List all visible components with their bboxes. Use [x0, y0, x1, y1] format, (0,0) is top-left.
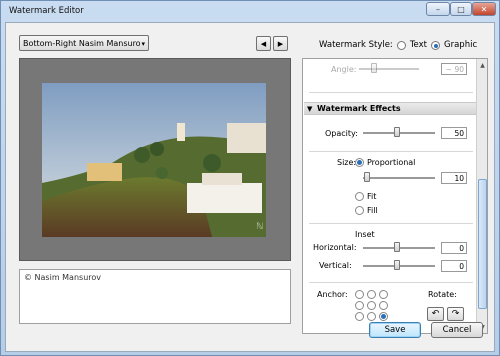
next-button[interactable]: ▶: [273, 36, 288, 51]
title-bar[interactable]: Watermark Editor – □ ✕: [1, 1, 499, 21]
proportional-radio[interactable]: [355, 158, 364, 167]
size-label: Size:: [337, 158, 357, 167]
anchor-radio[interactable]: [367, 312, 376, 321]
cancel-button[interactable]: Cancel: [431, 322, 483, 338]
dialog-body: Bottom-Right Nasim Mansuro ▾ ◀ ▶ ℕ © Nas…: [5, 22, 495, 352]
landscape-image: ℕ: [42, 83, 266, 237]
size-slider-track[interactable]: [363, 177, 435, 179]
watermark-style-label: Watermark Style:: [319, 40, 393, 50]
anchor-radio[interactable]: [367, 301, 376, 310]
watermark-effects-header[interactable]: ▼ Watermark Effects: [304, 102, 477, 115]
rotate-right-button[interactable]: ↷: [447, 307, 464, 321]
anchor-label: Anchor:: [317, 290, 348, 299]
preset-value: Bottom-Right Nasim Mansuro: [23, 38, 141, 48]
text-radio[interactable]: [396, 40, 406, 50]
anchor-radio[interactable]: [379, 301, 388, 310]
settings-panel: Angle: ~ 90 ▼ Watermark Effects Opacity:…: [302, 58, 488, 334]
watermark-editor-window: Watermark Editor – □ ✕ Bottom-Right Nasi…: [0, 0, 500, 356]
close-button[interactable]: ✕: [472, 2, 496, 16]
horizontal-slider-thumb[interactable]: [394, 242, 400, 252]
panel-scrollbar[interactable]: ▲ ▼: [476, 59, 487, 333]
prev-button[interactable]: ◀: [256, 36, 271, 51]
opacity-slider-thumb[interactable]: [394, 127, 400, 137]
copyright-text: © Nasim Mansurov: [24, 273, 102, 282]
opacity-field[interactable]: 50: [441, 127, 467, 139]
watermark-effects-title: Watermark Effects: [317, 104, 401, 113]
divider: [309, 282, 473, 283]
anchor-radio[interactable]: [367, 290, 376, 299]
watermark-style-group: Watermark Style: Text Graphic: [319, 40, 477, 50]
angle-label: Angle:: [331, 65, 357, 74]
angle-slider-track[interactable]: [359, 68, 419, 70]
window-title: Watermark Editor: [9, 6, 84, 16]
vertical-label: Vertical:: [319, 261, 352, 270]
minimize-button[interactable]: –: [426, 2, 450, 16]
preview-photo: ℕ: [42, 83, 266, 237]
proportional-label[interactable]: Proportional: [367, 158, 415, 167]
size-slider-thumb[interactable]: [364, 172, 370, 182]
save-button[interactable]: Save: [369, 322, 421, 338]
rotate-right-icon: ↷: [451, 309, 460, 319]
rotate-left-button[interactable]: ↶: [427, 307, 444, 321]
divider: [309, 92, 473, 93]
anchor-radio[interactable]: [379, 290, 388, 299]
preset-dropdown[interactable]: Bottom-Right Nasim Mansuro ▾: [19, 35, 149, 51]
collapse-triangle-icon: ▼: [307, 105, 313, 113]
anchor-radio[interactable]: [355, 290, 364, 299]
opacity-label: Opacity:: [325, 129, 358, 138]
anchor-radio[interactable]: [379, 312, 388, 321]
vertical-field[interactable]: 0: [441, 260, 467, 272]
fit-radio[interactable]: [355, 192, 364, 201]
maximize-button[interactable]: □: [450, 2, 472, 16]
graphic-radio[interactable]: [431, 40, 441, 50]
horizontal-label: Horizontal:: [313, 243, 357, 252]
text-radio-label[interactable]: Text: [410, 40, 427, 50]
anchor-radio[interactable]: [355, 312, 364, 321]
arrow-left-icon: ◀: [260, 39, 267, 48]
scrollbar-thumb[interactable]: [478, 179, 487, 309]
arrow-right-icon: ▶: [277, 39, 284, 48]
inset-label: Inset: [355, 230, 375, 239]
preview-area: ℕ: [19, 58, 291, 261]
vertical-slider-thumb[interactable]: [394, 260, 400, 270]
rotate-label: Rotate:: [428, 290, 457, 299]
rotate-left-icon: ↶: [431, 309, 440, 319]
anchor-radio[interactable]: [355, 301, 364, 310]
size-field[interactable]: 10: [441, 172, 467, 184]
graphic-radio-label[interactable]: Graphic: [444, 40, 477, 50]
chevron-down-icon: ▾: [141, 40, 145, 48]
watermark-mark: ℕ: [256, 222, 263, 232]
fill-label[interactable]: Fill: [367, 206, 378, 215]
fit-label[interactable]: Fit: [367, 192, 376, 201]
angle-field[interactable]: ~ 90: [441, 63, 467, 75]
copyright-text-box[interactable]: © Nasim Mansurov: [19, 269, 291, 324]
divider: [309, 151, 473, 152]
divider: [309, 223, 473, 224]
fill-radio[interactable]: [355, 206, 364, 215]
scroll-up-icon[interactable]: ▲: [478, 60, 487, 70]
angle-slider-thumb[interactable]: [371, 63, 377, 73]
horizontal-field[interactable]: 0: [441, 242, 467, 254]
